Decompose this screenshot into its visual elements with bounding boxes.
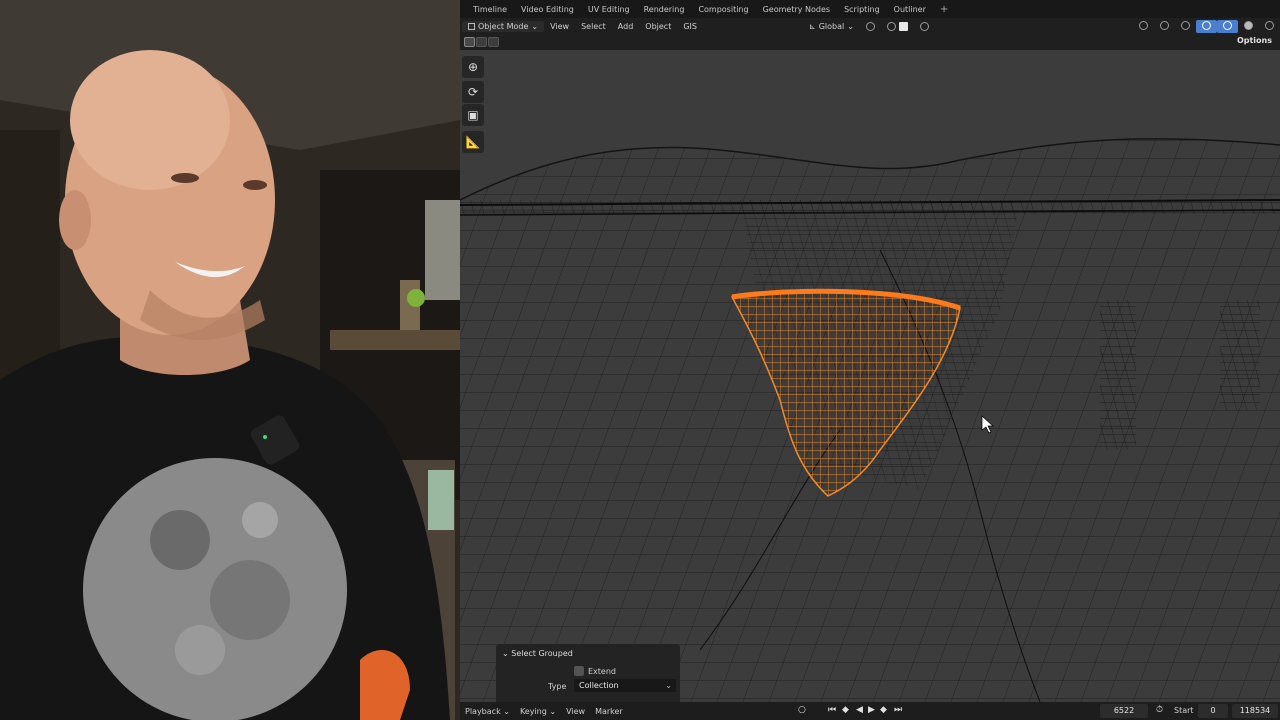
3d-viewport[interactable]: ⊕ ⟳ ▣ 📐 ⌄ Select Grouped Extend Type Col… <box>460 50 1280 702</box>
blender-window: Timeline Video Editing UV Editing Render… <box>460 0 1280 720</box>
pillar-mesh <box>1100 300 1136 450</box>
pillar-mesh <box>1220 300 1260 410</box>
gizmo-toggle[interactable] <box>1154 20 1175 33</box>
start-label: Start <box>1174 706 1194 715</box>
type-dropdown[interactable]: Collection ⌄ <box>574 679 676 692</box>
proportional-edit-toggle[interactable] <box>914 21 935 32</box>
wireframe-scene <box>460 138 1280 702</box>
operator-panel-title[interactable]: ⌄ Select Grouped <box>502 649 573 658</box>
playback-label: Playback <box>465 706 501 716</box>
visibility-selector[interactable] <box>1133 20 1154 33</box>
select-mode-subtract-icon[interactable] <box>488 37 499 47</box>
rotate-tool-icon[interactable]: ⟳ <box>462 81 484 103</box>
menu-add[interactable]: Add <box>612 21 640 32</box>
wireframe-shading-icon <box>1223 20 1232 30</box>
options-button[interactable]: Options <box>1237 36 1272 45</box>
select-mode-extend-icon[interactable] <box>476 37 487 47</box>
timeline-header: Playback ⌄ Keying ⌄ View Marker ○ ⏮ ◆ ◀ … <box>460 702 1280 720</box>
select-mode-new-icon[interactable] <box>464 37 475 47</box>
extend-label: Extend <box>588 667 616 676</box>
proportional-edit-icon <box>919 21 929 31</box>
xray-icon <box>1202 20 1211 30</box>
chevron-down-icon: ⌄ <box>531 21 539 31</box>
menu-object[interactable]: Object <box>639 21 677 32</box>
webcam-feed <box>0 0 460 720</box>
operator-title-text: Select Grouped <box>511 649 573 658</box>
tab-outliner[interactable]: Outliner <box>887 5 933 14</box>
measure-tool-icon[interactable]: 📐 <box>462 131 484 153</box>
tool-settings-bar: Options <box>460 34 1280 50</box>
keying-label: Keying <box>519 706 547 716</box>
solid-shading-icon <box>1244 20 1253 30</box>
prev-keyframe-icon[interactable]: ◆ <box>842 705 849 715</box>
mode-selector[interactable]: Object Mode ⌄ <box>462 20 545 32</box>
shading-wireframe[interactable] <box>1217 19 1238 33</box>
orientation-label: Global <box>818 21 845 31</box>
shading-solid[interactable] <box>1238 20 1259 33</box>
end-frame-field[interactable]: 118534 <box>1232 704 1278 718</box>
type-dropdown-value: Collection <box>579 681 619 690</box>
overlay-toggle[interactable] <box>1175 20 1196 33</box>
start-frame-field[interactable]: 0 <box>1198 704 1228 718</box>
menu-playback[interactable]: Playback ⌄ <box>460 707 515 716</box>
menu-gis[interactable]: GIS <box>677 21 703 32</box>
jump-start-icon[interactable]: ⏮ <box>828 705 836 715</box>
scale-tool-icon[interactable]: ▣ <box>462 104 484 126</box>
orientation-axes-icon: ⊾ <box>808 21 816 31</box>
extend-checkbox[interactable] <box>574 666 584 676</box>
current-frame-field[interactable]: 6522 <box>1100 704 1148 718</box>
stopwatch-icon[interactable]: ⏱ <box>1156 705 1163 715</box>
next-keyframe-icon[interactable]: ◆ <box>880 705 887 715</box>
auto-keying-icon[interactable]: ○ <box>798 705 806 715</box>
mode-label: Object Mode <box>478 21 529 31</box>
tab-compositing[interactable]: Compositing <box>691 5 755 14</box>
chevron-down-icon: ⌄ <box>665 681 672 690</box>
menu-keying[interactable]: Keying ⌄ <box>515 707 561 716</box>
object-mode-icon <box>468 22 475 30</box>
gizmo-icon <box>1160 20 1169 30</box>
overlay-icon <box>1181 20 1190 30</box>
chevron-down-icon: ⌄ <box>847 21 854 31</box>
menu-marker[interactable]: Marker <box>590 707 628 716</box>
play-reverse-icon[interactable]: ◀ <box>856 705 863 715</box>
pivot-icon <box>865 21 875 31</box>
menu-view[interactable]: View <box>544 21 575 32</box>
play-icon[interactable]: ▶ <box>868 705 875 715</box>
presenter-image <box>0 0 460 720</box>
menu-select[interactable]: Select <box>575 21 612 32</box>
transform-orientation-selector[interactable]: ⊾ Global ⌄ <box>803 21 860 32</box>
cursor-tool-icon[interactable]: ⊕ <box>462 56 484 78</box>
jump-end-icon[interactable]: ⏭ <box>894 705 902 715</box>
xray-toggle[interactable] <box>1196 19 1217 33</box>
workspace-tab-bar: Timeline Video Editing UV Editing Render… <box>460 0 1280 18</box>
snap-target-icon <box>898 21 908 31</box>
viewport-header: Object Mode ⌄ View Select Add Object GIS… <box>460 18 1280 34</box>
type-label: Type <box>548 682 567 691</box>
tab-rendering[interactable]: Rendering <box>637 5 692 14</box>
tab-uv-editing[interactable]: UV Editing <box>581 5 637 14</box>
tab-timeline[interactable]: Timeline <box>466 5 514 14</box>
magnet-icon <box>886 21 896 31</box>
tab-geometry-nodes[interactable]: Geometry Nodes <box>756 5 837 14</box>
tab-video-editing[interactable]: Video Editing <box>514 5 581 14</box>
snap-toggle[interactable] <box>881 21 914 32</box>
shading-material[interactable] <box>1259 20 1280 33</box>
eye-icon <box>1139 20 1148 30</box>
material-shading-icon <box>1265 20 1274 30</box>
pivot-point-selector[interactable] <box>860 21 881 32</box>
add-workspace-button[interactable]: + <box>933 4 955 15</box>
operator-redo-panel: ⌄ Select Grouped Extend Type Collection … <box>496 644 680 702</box>
tab-scripting[interactable]: Scripting <box>837 5 887 14</box>
menu-timeline-view[interactable]: View <box>561 707 590 716</box>
